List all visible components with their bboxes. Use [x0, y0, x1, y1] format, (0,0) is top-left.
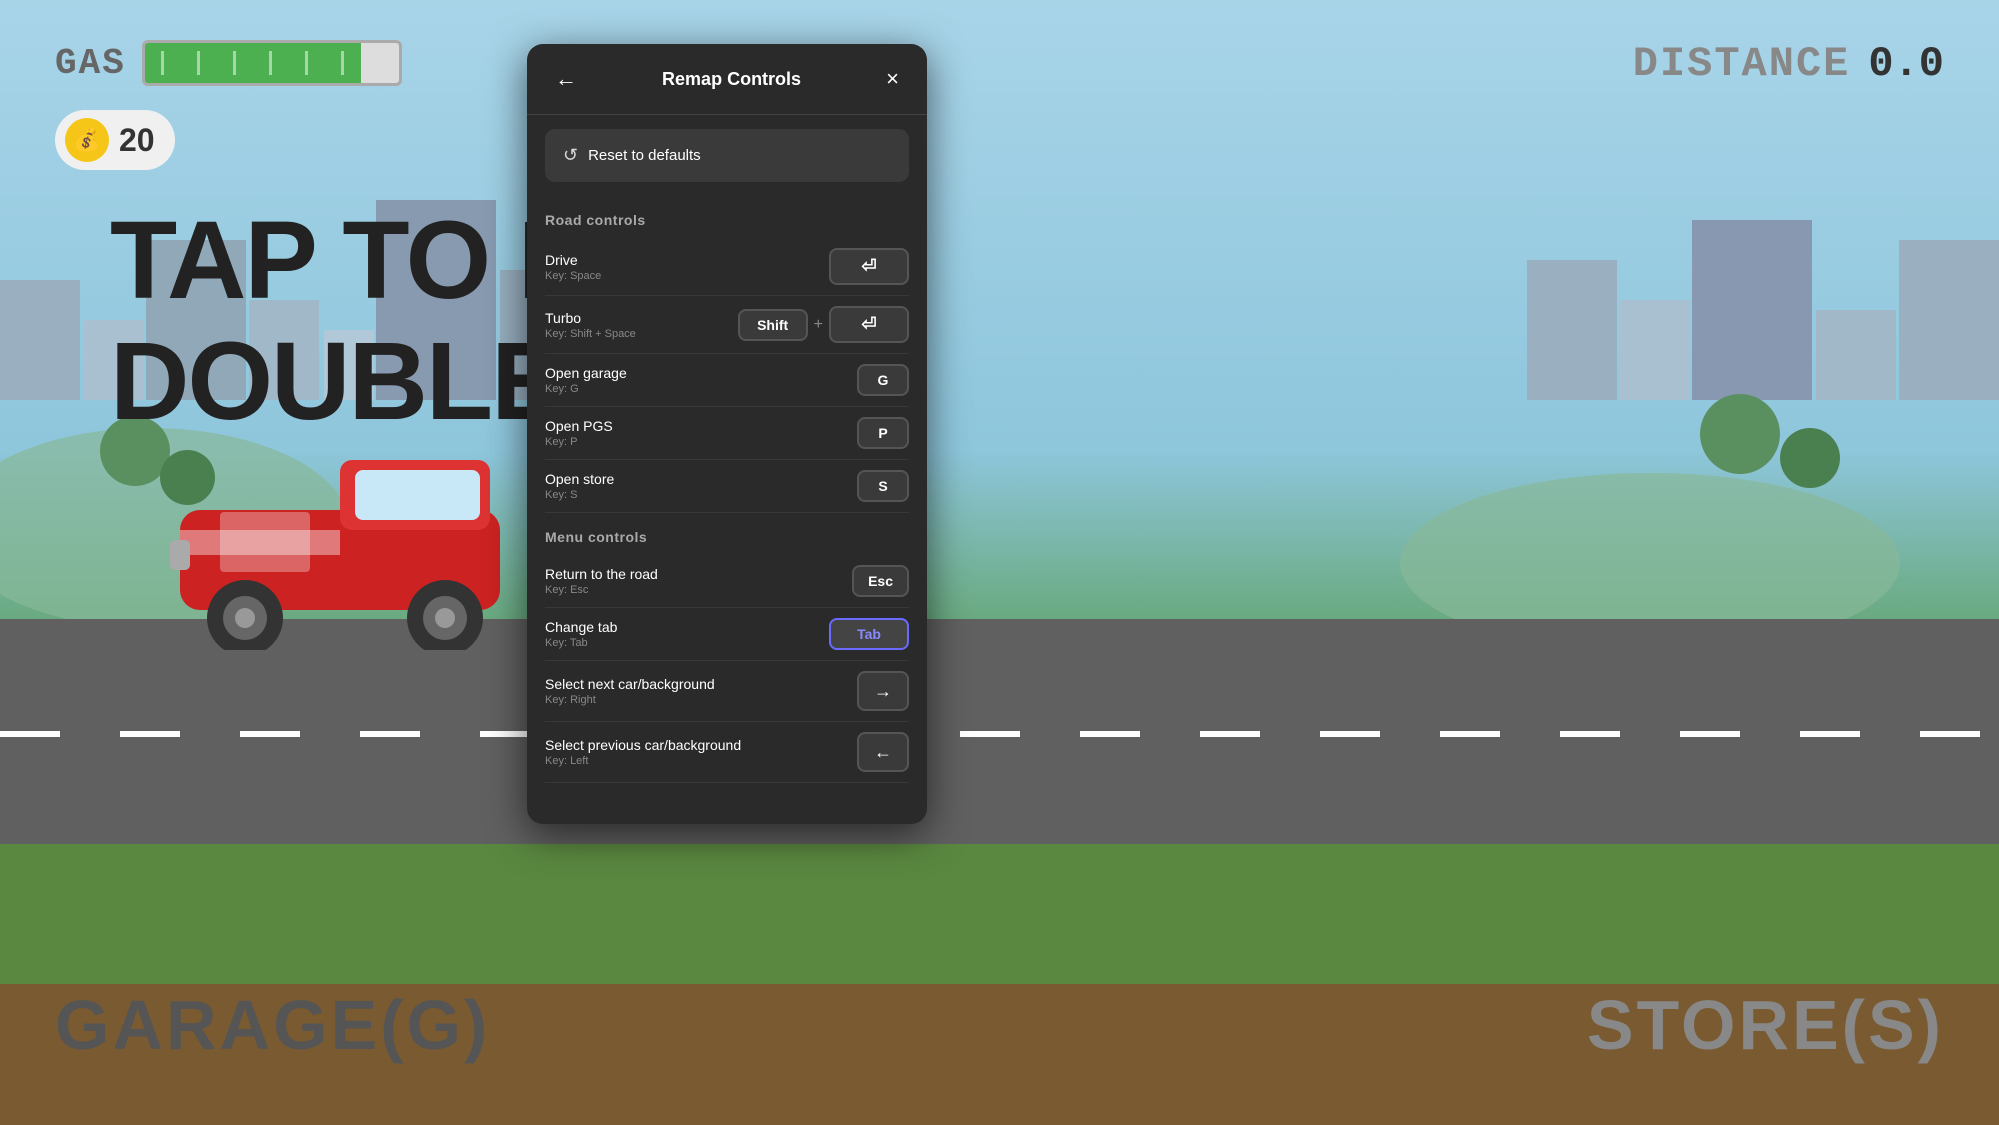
drive-info: Drive Key: Space — [545, 252, 601, 282]
modal-close-button[interactable]: × — [878, 62, 907, 96]
gas-label: GAS — [55, 43, 126, 84]
reset-section: ↺ Reset to defaults — [527, 115, 927, 196]
menu-controls-header: Menu controls — [545, 529, 909, 545]
garage-label: GARAGE(G) — [55, 985, 490, 1065]
open-store-info: Open store Key: S — [545, 471, 614, 501]
turbo-key-hint: Key: Shift + Space — [545, 328, 636, 340]
turbo-space-button[interactable]: ⏎ — [829, 306, 909, 343]
drive-key-hint: Key: Space — [545, 270, 601, 282]
control-row-next-car: Select next car/background Key: Right → — [545, 661, 909, 722]
open-store-key-hint: Key: S — [545, 489, 614, 501]
gas-tick-3 — [233, 51, 236, 75]
next-car-key-button[interactable]: → — [857, 671, 909, 711]
modal-header: ← Remap Controls × — [527, 44, 927, 115]
open-pgs-key-button[interactable]: P — [857, 417, 909, 449]
prev-car-name: Select previous car/background — [545, 737, 741, 753]
open-garage-info: Open garage Key: G — [545, 365, 627, 395]
tree-4 — [1780, 428, 1840, 488]
open-store-key-button[interactable]: S — [857, 470, 909, 502]
drive-name: Drive — [545, 252, 601, 268]
coin-count: 20 — [119, 122, 155, 159]
open-pgs-info: Open PGS Key: P — [545, 418, 613, 448]
car — [160, 430, 540, 670]
gas-tick-4 — [269, 51, 272, 75]
turbo-plus-sign: + — [814, 316, 823, 334]
coin-badge: 💰 20 — [55, 110, 175, 170]
modal-back-button[interactable]: ← — [547, 62, 585, 96]
game-background: GAS 💰 20 DISTANCE 0.0 TAP TO D DOUBLE TA… — [0, 0, 1999, 1125]
control-row-open-garage: Open garage Key: G G — [545, 354, 909, 407]
gas-bar — [142, 40, 402, 86]
turbo-key-combo: Shift + ⏎ — [738, 306, 909, 343]
next-car-info: Select next car/background Key: Right — [545, 676, 715, 706]
tree-3 — [1700, 394, 1780, 474]
next-car-name: Select next car/background — [545, 676, 715, 692]
store-label: STORE(S) — [1587, 985, 1944, 1065]
coin-icon: 💰 — [65, 118, 109, 162]
distance-container: DISTANCE 0.0 — [1633, 40, 1944, 88]
modal-title: Remap Controls — [585, 69, 878, 90]
gas-tick-5 — [305, 51, 308, 75]
change-tab-key-hint: Key: Tab — [545, 637, 617, 649]
open-garage-name: Open garage — [545, 365, 627, 381]
reset-to-defaults-button[interactable]: ↺ Reset to defaults — [545, 129, 909, 182]
control-row-change-tab: Change tab Key: Tab Tab — [545, 608, 909, 661]
change-tab-name: Change tab — [545, 619, 617, 635]
control-row-drive: Drive Key: Space ⏎ — [545, 238, 909, 296]
turbo-name: Turbo — [545, 310, 636, 326]
reset-icon: ↺ — [563, 145, 578, 166]
distance-label: DISTANCE — [1633, 40, 1851, 88]
open-pgs-name: Open PGS — [545, 418, 613, 434]
open-pgs-key-hint: Key: P — [545, 436, 613, 448]
controls-body: Road controls Drive Key: Space ⏎ Turbo K… — [527, 196, 927, 824]
next-car-key-hint: Key: Right — [545, 694, 715, 706]
prev-car-key-button[interactable]: ← — [857, 732, 909, 772]
return-road-key-button[interactable]: Esc — [852, 565, 909, 597]
prev-car-key-hint: Key: Left — [545, 755, 741, 767]
control-row-return-road: Return to the road Key: Esc Esc — [545, 555, 909, 608]
control-row-turbo: Turbo Key: Shift + Space Shift + ⏎ — [545, 296, 909, 354]
distance-value: 0.0 — [1868, 40, 1944, 88]
remap-controls-modal: ← Remap Controls × ↺ Reset to defaults R… — [527, 44, 927, 824]
turbo-shift-button[interactable]: Shift — [738, 309, 808, 341]
gas-bar-fill — [145, 43, 361, 83]
return-road-key-hint: Key: Esc — [545, 584, 658, 596]
open-store-name: Open store — [545, 471, 614, 487]
return-road-info: Return to the road Key: Esc — [545, 566, 658, 596]
coin-container: 💰 20 — [55, 110, 175, 170]
control-row-prev-car: Select previous car/background Key: Left… — [545, 722, 909, 783]
prev-car-info: Select previous car/background Key: Left — [545, 737, 741, 767]
drive-key-button[interactable]: ⏎ — [829, 248, 909, 285]
road-line — [0, 731, 1999, 737]
road-controls-header: Road controls — [545, 212, 909, 228]
grass-edge — [0, 844, 1999, 868]
return-road-name: Return to the road — [545, 566, 658, 582]
change-tab-info: Change tab Key: Tab — [545, 619, 617, 649]
open-garage-key-hint: Key: G — [545, 383, 627, 395]
change-tab-key-button[interactable]: Tab — [829, 618, 909, 650]
turbo-info: Turbo Key: Shift + Space — [545, 310, 636, 340]
open-garage-key-button[interactable]: G — [857, 364, 909, 396]
control-row-open-pgs: Open PGS Key: P P — [545, 407, 909, 460]
control-row-open-store: Open store Key: S S — [545, 460, 909, 513]
gas-tick-1 — [161, 51, 164, 75]
reset-label: Reset to defaults — [588, 147, 701, 164]
gas-container: GAS — [55, 40, 402, 86]
gas-tick-2 — [197, 51, 200, 75]
gas-tick-6 — [341, 51, 344, 75]
